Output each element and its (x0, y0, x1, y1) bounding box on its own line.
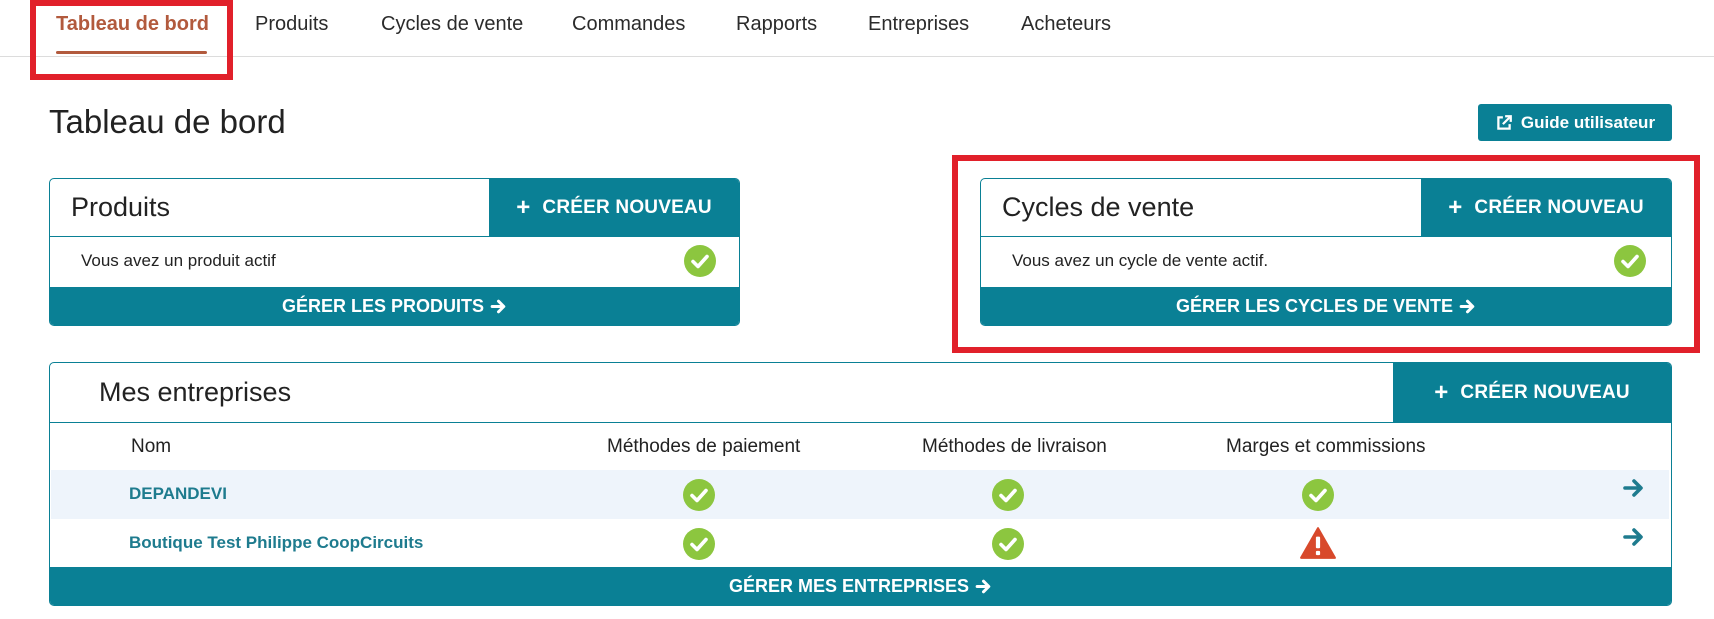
column-header-name: Nom (131, 436, 172, 457)
arrow-right-icon[interactable] (1622, 525, 1646, 549)
check-circle-icon (1302, 479, 1334, 511)
manage-enterprises-button[interactable]: GÉRER MES ENTREPRISES (50, 567, 1671, 605)
table-row: DEPANDEVI (51, 470, 1669, 519)
column-header-payment: Méthodes de paiement (607, 436, 801, 457)
create-product-button[interactable]: + CRÉER NOUVEAU (489, 179, 739, 237)
nav-tab-rapports[interactable]: Rapports (736, 0, 817, 57)
check-circle-icon (992, 479, 1024, 511)
products-card-title: Produits (71, 192, 171, 222)
user-guide-label: Guide utilisateur (1520, 112, 1656, 132)
products-card-header: Produits + CRÉER NOUVEAU (50, 179, 739, 237)
external-link-icon (1497, 114, 1512, 130)
products-status-row: Vous avez un produit actif (50, 237, 739, 285)
nav-tab-produits[interactable]: Produits (255, 0, 328, 57)
manage-enterprises-label: GÉRER MES ENTREPRISES (728, 575, 970, 596)
column-header-margins: Marges et commissions (1226, 436, 1426, 457)
check-circle-icon (683, 528, 715, 560)
top-navigation: Tableau de bord Produits Cycles de vente… (0, 0, 1714, 57)
warning-triangle-icon (1300, 527, 1336, 559)
enterprises-card-header: Mes entreprises + CRÉER NOUVEAU (50, 363, 1671, 423)
plus-icon: + (516, 194, 531, 221)
products-status-text: Vous avez un produit actif (81, 251, 276, 270)
nav-tab-entreprises[interactable]: Entreprises (868, 0, 969, 57)
enterprise-link-depandevi[interactable]: DEPANDEVI (129, 484, 227, 504)
user-guide-button[interactable]: Guide utilisateur (1478, 104, 1672, 141)
check-circle-icon (683, 479, 715, 511)
nav-tab-commandes[interactable]: Commandes (572, 0, 685, 57)
create-enterprise-label: CRÉER NOUVEAU (1460, 382, 1630, 403)
check-circle-icon (684, 245, 716, 277)
enterprises-card-title: Mes entreprises (99, 377, 292, 407)
highlight-box-sales-cycles (952, 155, 1700, 353)
table-row: Boutique Test Philippe CoopCircuits (51, 519, 1669, 568)
manage-products-label: GÉRER LES PRODUITS (281, 295, 485, 316)
highlight-box-dashboard-tab (30, 0, 233, 80)
plus-icon: + (1434, 379, 1449, 406)
create-enterprise-button[interactable]: + CRÉER NOUVEAU (1393, 363, 1671, 423)
arrow-right-icon (975, 579, 991, 593)
page-title: Tableau de bord (49, 103, 286, 140)
products-card: Produits + CRÉER NOUVEAU Vous avez un pr… (49, 178, 740, 326)
manage-products-button[interactable]: GÉRER LES PRODUITS (50, 287, 739, 325)
arrow-right-icon (490, 299, 506, 313)
create-product-label: CRÉER NOUVEAU (542, 197, 712, 218)
check-circle-icon (992, 528, 1024, 560)
nav-tab-cycles-de-vente[interactable]: Cycles de vente (381, 0, 523, 57)
nav-tab-acheteurs[interactable]: Acheteurs (1021, 0, 1111, 57)
arrow-right-icon[interactable] (1622, 476, 1646, 500)
enterprise-link-boutique-test[interactable]: Boutique Test Philippe CoopCircuits (129, 533, 423, 553)
column-header-delivery: Méthodes de livraison (922, 436, 1107, 457)
